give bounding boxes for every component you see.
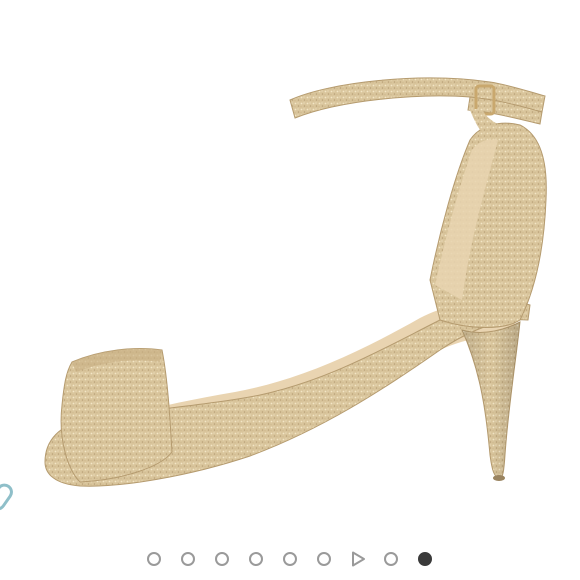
carousel-dot[interactable]: [384, 552, 398, 566]
carousel-dot[interactable]: [317, 552, 331, 566]
carousel-dot[interactable]: [283, 552, 297, 566]
carousel-pager: [0, 544, 580, 574]
carousel-dot[interactable]: [181, 552, 195, 566]
carousel-dot[interactable]: [147, 552, 161, 566]
carousel-dot[interactable]: [249, 552, 263, 566]
link-chain-icon[interactable]: [0, 470, 24, 524]
sandal-illustration: [44, 77, 547, 487]
carousel-dot[interactable]: [215, 552, 229, 566]
product-image[interactable]: [0, 0, 580, 530]
carousel-dot-active[interactable]: [418, 552, 432, 566]
play-icon[interactable]: [350, 551, 366, 567]
